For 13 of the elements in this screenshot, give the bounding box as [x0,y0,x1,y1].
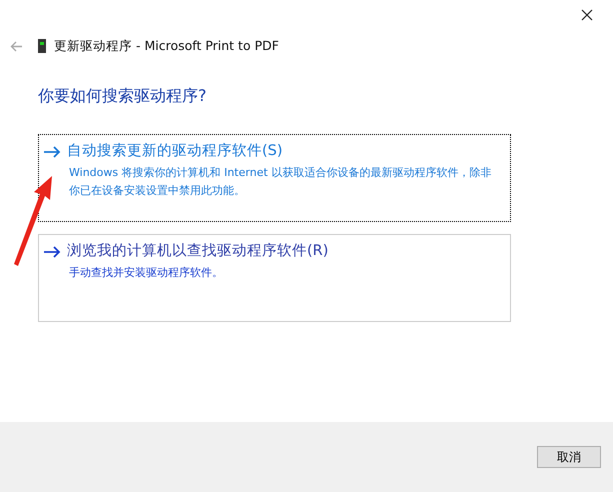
arrow-icon [43,246,61,258]
back-icon [10,40,22,52]
option-description: Windows 将搜索你的计算机和 Internet 以获取适合你设备的最新驱动程序软件，除非你已在设备安装设置中禁用此功能。 [68,164,492,199]
dialog-heading: 你要如何搜索驱动程序? [38,85,208,107]
cancel-button[interactable]: 取消 [537,446,601,468]
arrow-icon [43,146,61,158]
window-title: 更新驱动程序 - Microsoft Print to PDF [54,36,279,55]
close-icon [581,9,593,21]
option-description: 手动查找并安装驱动程序软件。 [68,264,224,281]
option-title: 自动搜索更新的驱动程序软件(S) [67,142,283,161]
option-title: 浏览我的计算机以查找驱动程序软件(R) [67,242,328,261]
printer-icon [38,39,46,53]
option-card[interactable]: 浏览我的计算机以查找驱动程序软件(R) 手动查找并安装驱动程序软件。 [38,234,511,322]
